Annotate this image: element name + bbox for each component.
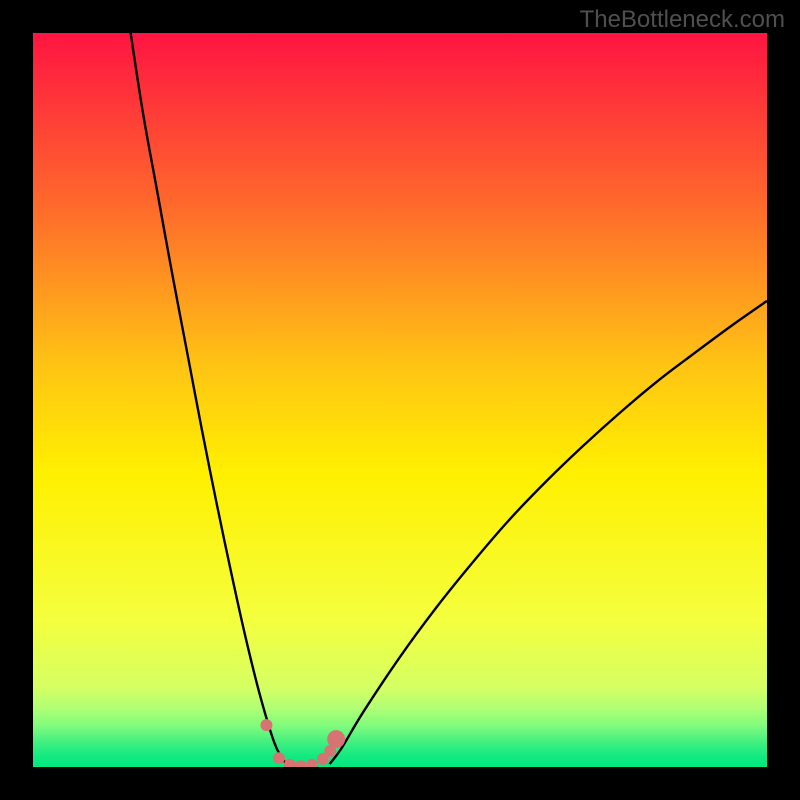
watermark-text: TheBottleneck.com xyxy=(580,6,785,34)
marker-dot xyxy=(260,719,272,731)
marker-dot xyxy=(273,752,285,764)
outer-frame: TheBottleneck.com xyxy=(0,0,800,800)
marker-dot xyxy=(327,730,345,748)
bottleneck-chart xyxy=(33,33,767,767)
plot-area xyxy=(33,33,767,767)
